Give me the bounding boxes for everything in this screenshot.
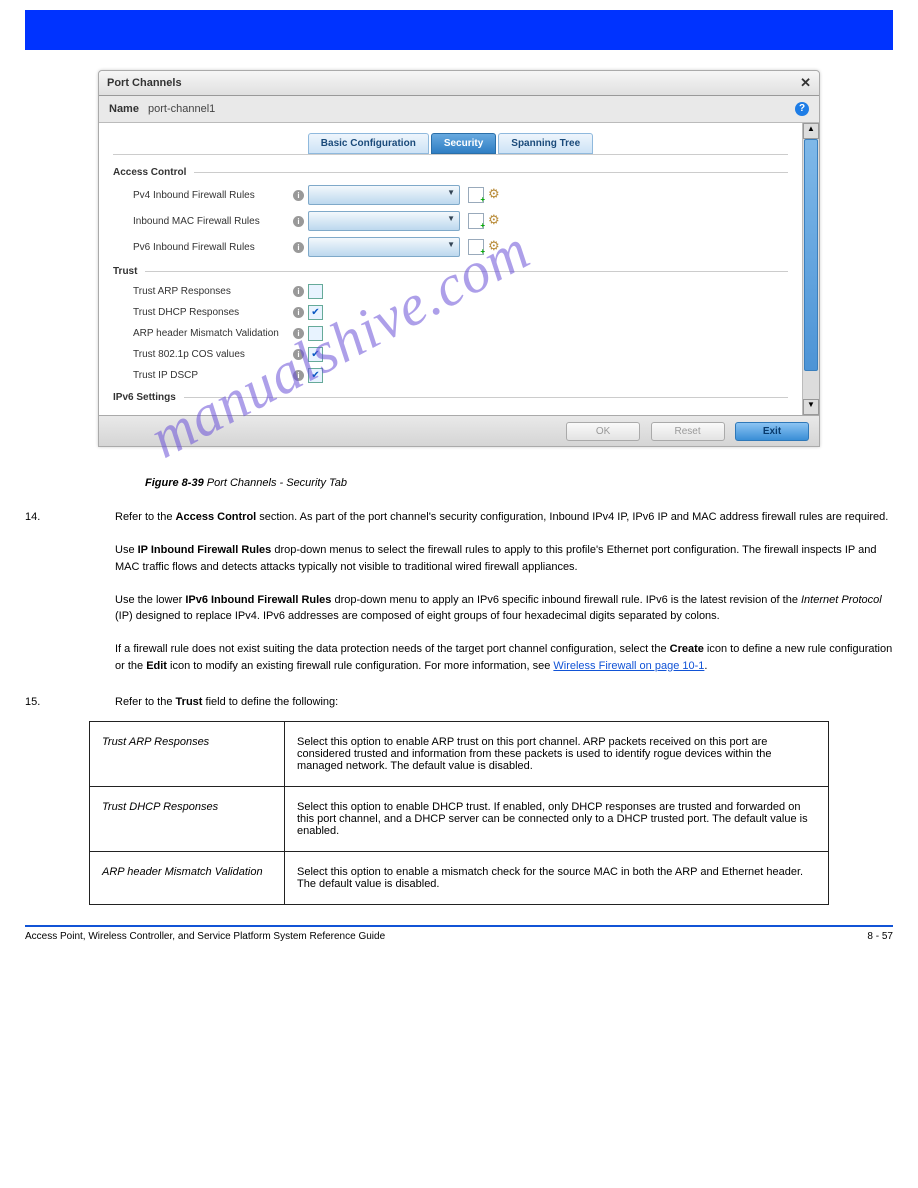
scroll-down-icon[interactable]: ▼ bbox=[803, 399, 819, 415]
trust-options-table: Trust ARP Responses Select this option t… bbox=[89, 721, 829, 905]
exit-button[interactable]: Exit bbox=[735, 422, 809, 441]
scroll-up-icon[interactable]: ▲ bbox=[803, 123, 819, 139]
tab-spanning-tree[interactable]: Spanning Tree bbox=[498, 133, 593, 154]
step-14: 14. Refer to the Access Control section.… bbox=[25, 509, 893, 674]
port-channels-dialog: Port Channels ✕ Name port-channel1 ? Bas… bbox=[98, 70, 820, 447]
close-icon[interactable]: ✕ bbox=[800, 75, 811, 91]
trust-dscp-checkbox[interactable] bbox=[308, 368, 323, 383]
info-icon[interactable]: i bbox=[293, 190, 304, 201]
ok-button[interactable]: OK bbox=[566, 422, 640, 441]
wireless-firewall-link[interactable]: Wireless Firewall on page 10-1 bbox=[553, 660, 704, 672]
figure-caption: Figure 8-39 Port Channels - Security Tab bbox=[145, 477, 893, 489]
edit-rule-icon[interactable] bbox=[488, 188, 502, 202]
create-rule-icon[interactable] bbox=[468, 187, 484, 203]
section-trust: Trust bbox=[113, 266, 788, 277]
dialog-title: Port Channels bbox=[107, 77, 182, 89]
trust-cos-checkbox[interactable] bbox=[308, 347, 323, 362]
create-rule-icon[interactable] bbox=[468, 213, 484, 229]
table-row: Trust ARP Responses Select this option t… bbox=[90, 721, 829, 786]
info-icon[interactable]: i bbox=[293, 328, 304, 339]
reset-button[interactable]: Reset bbox=[651, 422, 725, 441]
edit-rule-icon[interactable] bbox=[488, 214, 502, 228]
pv6-firewall-dropdown[interactable] bbox=[308, 237, 460, 257]
dialog-subheader: Name port-channel1 ? bbox=[99, 96, 819, 123]
row-trust-dhcp: Trust DHCP Responses i bbox=[113, 302, 788, 323]
table-row: Trust DHCP Responses Select this option … bbox=[90, 786, 829, 851]
row-pv6-inbound: Pv6 Inbound Firewall Rules i bbox=[113, 234, 788, 260]
info-icon[interactable]: i bbox=[293, 370, 304, 381]
tab-security[interactable]: Security bbox=[431, 133, 496, 154]
info-icon[interactable]: i bbox=[293, 216, 304, 227]
help-icon[interactable]: ? bbox=[795, 102, 809, 116]
page-footer: Access Point, Wireless Controller, and S… bbox=[25, 931, 893, 942]
arp-mismatch-checkbox[interactable] bbox=[308, 326, 323, 341]
row-pv4-inbound: Pv4 Inbound Firewall Rules i bbox=[113, 182, 788, 208]
tab-bar: Basic Configuration Security Spanning Tr… bbox=[113, 133, 788, 155]
table-row: ARP header Mismatch Validation Select th… bbox=[90, 851, 829, 904]
tab-basic-configuration[interactable]: Basic Configuration bbox=[308, 133, 429, 154]
edit-rule-icon[interactable] bbox=[488, 240, 502, 254]
mac-firewall-dropdown[interactable] bbox=[308, 211, 460, 231]
trust-arp-checkbox[interactable] bbox=[308, 284, 323, 299]
row-trust-cos: Trust 802.1p COS values i bbox=[113, 344, 788, 365]
section-access-control: Access Control bbox=[113, 167, 788, 178]
info-icon[interactable]: i bbox=[293, 349, 304, 360]
step-15: 15. Refer to the Trust field to define t… bbox=[25, 694, 893, 711]
info-icon[interactable]: i bbox=[293, 307, 304, 318]
create-rule-icon[interactable] bbox=[468, 239, 484, 255]
dialog-titlebar: Port Channels ✕ bbox=[99, 71, 819, 96]
name-label: Name bbox=[109, 103, 139, 115]
pv4-firewall-dropdown[interactable] bbox=[308, 185, 460, 205]
trust-dhcp-checkbox[interactable] bbox=[308, 305, 323, 320]
dialog-footer: OK Reset Exit bbox=[99, 415, 819, 446]
row-arp-mismatch: ARP header Mismatch Validation i bbox=[113, 323, 788, 344]
name-value: port-channel1 bbox=[148, 103, 215, 115]
row-mac-inbound: Inbound MAC Firewall Rules i bbox=[113, 208, 788, 234]
row-trust-arp: Trust ARP Responses i bbox=[113, 281, 788, 302]
row-trust-dscp: Trust IP DSCP i bbox=[113, 365, 788, 386]
info-icon[interactable]: i bbox=[293, 242, 304, 253]
vertical-scrollbar[interactable]: ▲ ▼ bbox=[802, 123, 819, 415]
section-ipv6-settings: IPv6 Settings bbox=[113, 392, 788, 403]
info-icon[interactable]: i bbox=[293, 286, 304, 297]
scroll-thumb[interactable] bbox=[804, 139, 818, 371]
